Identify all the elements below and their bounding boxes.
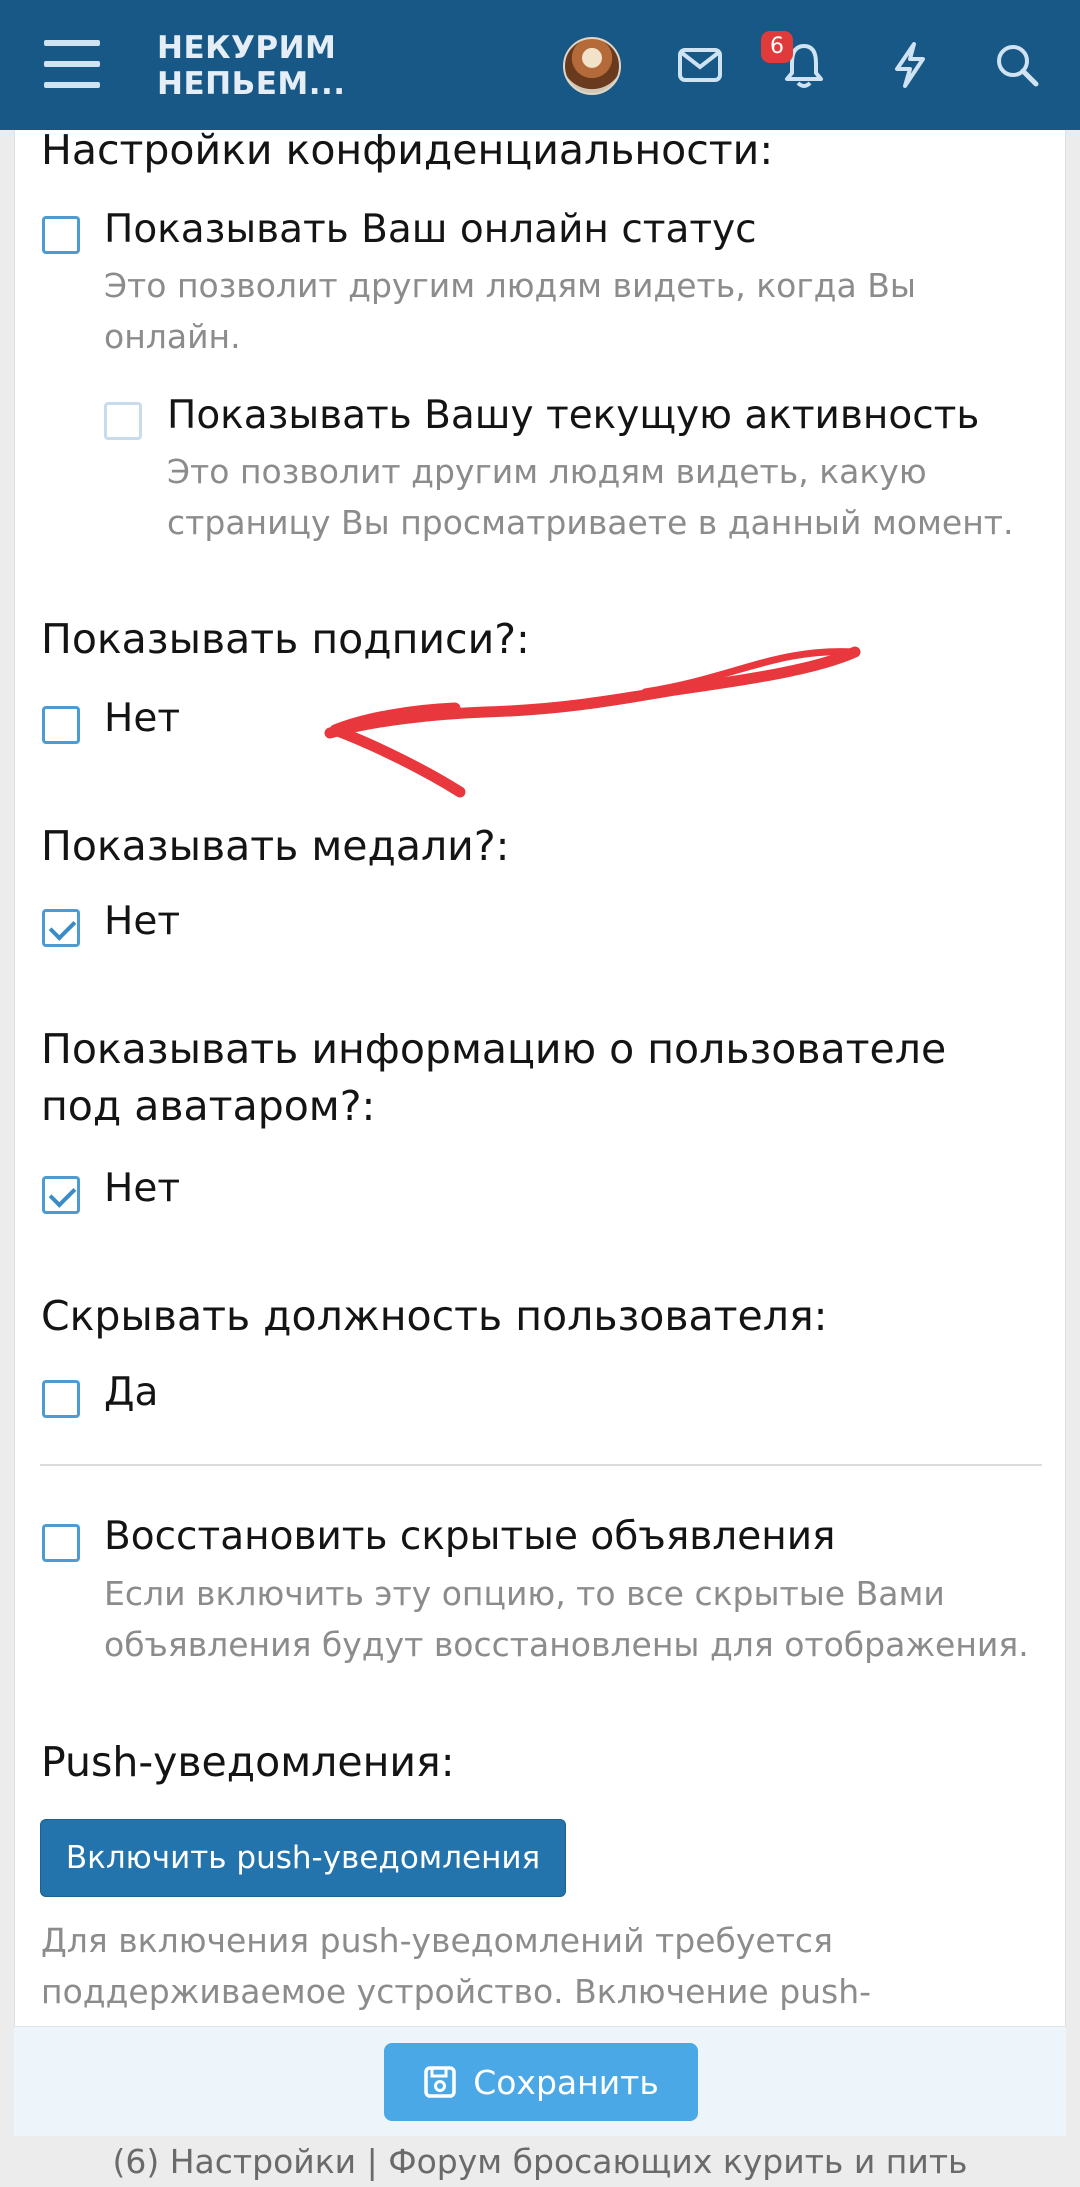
restore-ads-hint-1: Если включить эту опцию, то все скрытые … xyxy=(104,1574,945,1613)
enable-push-button[interactable]: Включить push-уведомления xyxy=(40,1819,566,1897)
floppy-disk-icon xyxy=(424,2066,456,2098)
user-info-heading-line-1: Показывать информацию о пользователе xyxy=(41,1025,947,1073)
save-button[interactable]: Сохранить xyxy=(384,2043,698,2121)
mail-icon[interactable] xyxy=(668,33,732,97)
push-heading: Push-уведомления: xyxy=(41,1738,455,1786)
hide-title-heading: Скрывать должность пользователя: xyxy=(41,1292,828,1340)
site-logo[interactable]: НЕКУРИМ НЕПЬЕМ... xyxy=(157,30,346,102)
current-activity-checkbox[interactable] xyxy=(104,402,142,440)
online-status-hint-2: онлайн. xyxy=(104,317,241,356)
browser-tab-title: (6) Настройки | Форум бросающих курить и… xyxy=(0,2136,1080,2187)
signatures-checkbox[interactable] xyxy=(42,706,80,744)
push-hint-1: Для включения push-уведомлений требуется xyxy=(41,1921,833,1960)
restore-ads-checkbox[interactable] xyxy=(42,1524,80,1562)
hide-title-checkbox[interactable] xyxy=(42,1380,80,1418)
user-info-checkbox[interactable] xyxy=(42,1176,80,1214)
lightning-icon[interactable] xyxy=(878,33,942,97)
avatar[interactable] xyxy=(563,37,621,95)
push-hint-2: поддерживаемое устройство. Включение pus… xyxy=(41,1972,872,2011)
logo-line-1: НЕКУРИМ xyxy=(157,30,337,66)
page: НЕКУРИМ НЕПЬЕМ... 6 Настройки конфиденци… xyxy=(0,0,1080,2187)
signatures-option[interactable]: Нет xyxy=(104,694,180,744)
hide-title-option[interactable]: Да xyxy=(104,1368,158,1418)
current-activity-hint-2: страницу Вы просматриваете в данный моме… xyxy=(167,503,1014,542)
section-divider xyxy=(40,1464,1042,1466)
menu-icon[interactable] xyxy=(44,40,100,90)
current-activity-hint-1: Это позволит другим людям видеть, какую xyxy=(167,452,927,491)
red-arrow-annotation xyxy=(324,646,861,798)
restore-ads-label[interactable]: Восстановить скрытые объявления xyxy=(104,1512,836,1562)
medals-checkbox[interactable] xyxy=(42,909,80,947)
user-info-option[interactable]: Нет xyxy=(104,1164,180,1214)
save-button-label: Сохранить xyxy=(473,2062,659,2102)
search-icon[interactable] xyxy=(985,33,1049,97)
logo-line-2: НЕПЬЕМ... xyxy=(157,66,346,102)
current-activity-label[interactable]: Показывать Вашу текущую активность xyxy=(167,391,979,441)
online-status-hint-1: Это позволит другим людям видеть, когда … xyxy=(104,266,916,305)
user-info-heading-line-2: под аватаром?: xyxy=(41,1082,376,1130)
settings-panel: Настройки конфиденциальности: Показывать… xyxy=(14,130,1066,2026)
online-status-label[interactable]: Показывать Ваш онлайн статус xyxy=(104,205,757,255)
save-bar: Сохранить xyxy=(14,2026,1066,2136)
medals-heading: Показывать медали?: xyxy=(41,822,510,870)
restore-ads-hint-2: объявления будут восстановлены для отобр… xyxy=(104,1625,1029,1664)
top-navigation-bar: НЕКУРИМ НЕПЬЕМ... 6 xyxy=(0,0,1080,130)
privacy-heading: Настройки конфиденциальности: xyxy=(41,130,774,174)
online-status-checkbox[interactable] xyxy=(42,216,80,254)
medals-option[interactable]: Нет xyxy=(104,897,180,947)
notification-badge: 6 xyxy=(761,31,793,63)
